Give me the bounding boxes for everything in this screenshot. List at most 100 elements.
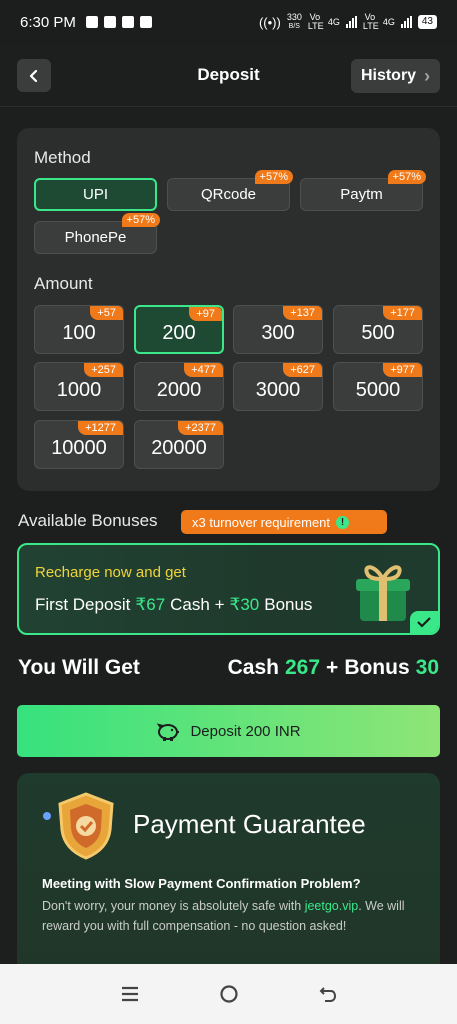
amount-option[interactable]: +627 3000 <box>233 362 323 411</box>
bonus-badge: +57% <box>121 213 160 227</box>
payment-guarantee-card: Payment Guarantee Meeting with Slow Paym… <box>17 773 440 973</box>
piggy-bank-icon <box>157 723 180 741</box>
menu-button[interactable] <box>118 982 142 1006</box>
amount-bonus-badge: +977 <box>383 363 422 377</box>
amount-value: 5000 <box>355 379 401 401</box>
chevron-right-icon: › <box>424 65 431 86</box>
bonus-value: 30 <box>415 656 439 679</box>
image-icon <box>139 16 152 28</box>
deposit-button[interactable]: Deposit 200 INR <box>17 705 440 757</box>
sim2-network: 4G <box>382 17 395 27</box>
amount-option-selected[interactable]: +97 200 <box>134 305 224 354</box>
android-icon <box>121 16 134 28</box>
amount-bonus-badge: +177 <box>383 306 422 320</box>
bonus-details: First Deposit ₹67 Cash + ₹30 Bonus <box>35 595 312 615</box>
method-label-qrcode: QRcode <box>200 186 257 203</box>
amount-option[interactable]: +257 1000 <box>34 362 124 411</box>
app-notification-icon <box>85 16 98 28</box>
amount-option[interactable]: +1277 10000 <box>34 420 124 469</box>
turnover-badge[interactable]: x3 turnover requirement ! <box>181 510 387 534</box>
amount-bonus-badge: +477 <box>184 363 223 377</box>
amount-bonus-badge: +97 <box>189 307 222 321</box>
history-button[interactable]: History › <box>351 59 440 93</box>
notification-icons <box>85 16 152 28</box>
method-label-phonepe: PhonePe <box>64 229 127 246</box>
history-label: History <box>360 67 417 84</box>
info-icon: ! <box>336 515 350 529</box>
method-upi[interactable]: UPI <box>34 178 157 211</box>
method-label-upi: UPI <box>82 186 108 203</box>
bonus-bonus-label: Bonus <box>264 595 313 614</box>
back-arrow-icon <box>319 987 336 1002</box>
sim2-label: Vo LTE <box>362 12 379 31</box>
back-nav-button[interactable] <box>316 982 340 1006</box>
guarantee-body-prefix: Don't worry, your money is absolutely sa… <box>42 899 305 913</box>
decorative-dot <box>43 812 51 820</box>
amount-bonus-badge: +57 <box>90 306 123 320</box>
sim1-label: Vo LTE <box>307 12 324 31</box>
bonus-bonus-amount: ₹30 <box>229 595 260 614</box>
amount-option[interactable]: +177 500 <box>333 305 423 354</box>
amount-value: 10000 <box>51 437 107 459</box>
method-label-paytm: Paytm <box>340 186 383 203</box>
sim1-network: 4G <box>327 17 340 27</box>
hotspot-icon: ((•)) <box>258 14 281 30</box>
bonus-badge: +57% <box>254 170 293 184</box>
bonus-label: Bonus <box>344 656 410 679</box>
square-notification-icon <box>103 16 116 28</box>
you-will-get-values: Cash 267 + Bonus 30 <box>228 656 439 680</box>
amount-value: 20000 <box>151 437 207 459</box>
bonus-prefix: First Deposit <box>35 595 131 614</box>
net-speed: 330 B/S <box>286 12 302 31</box>
battery-icon: 43 <box>417 15 437 29</box>
status-time: 6:30 PM <box>20 13 76 31</box>
amount-value: 3000 <box>255 379 301 401</box>
shield-icon <box>58 792 114 860</box>
bonus-badge: +57% <box>387 170 426 184</box>
bonus-cash-amount: ₹67 <box>135 595 166 614</box>
amount-option[interactable]: +57 100 <box>34 305 124 354</box>
signal-icon-2 <box>400 16 412 28</box>
status-bar: 6:30 PM ((•)) 330 B/S Vo LTE 4G Vo LTE 4… <box>0 0 457 44</box>
you-will-get-title: You Will Get <box>18 656 140 679</box>
available-bonuses-title: Available Bonuses <box>18 511 158 530</box>
amount-option[interactable]: +977 5000 <box>333 362 423 411</box>
amount-bonus-badge: +1277 <box>78 421 123 435</box>
header-divider <box>0 106 457 107</box>
deposit-form-card: Method UPI QRcode +57% Paytm +57% PhoneP… <box>17 128 440 491</box>
gift-icon <box>356 565 410 621</box>
site-link[interactable]: jeetgo.vip <box>305 899 359 913</box>
selected-check-icon <box>410 611 438 633</box>
turnover-text: x3 turnover requirement <box>192 514 331 530</box>
menu-icon <box>121 986 138 1002</box>
plus-sign: + <box>326 656 339 679</box>
method-label: Method <box>34 148 91 167</box>
amount-option[interactable]: +477 2000 <box>134 362 224 411</box>
amount-option[interactable]: +2377 20000 <box>134 420 224 469</box>
page-title: Deposit <box>197 65 260 84</box>
status-right: ((•)) 330 B/S Vo LTE 4G Vo LTE 4G 43 <box>259 13 437 31</box>
amount-value: 300 <box>261 322 295 344</box>
amount-bonus-badge: +627 <box>283 363 322 377</box>
first-deposit-bonus-card[interactable]: Recharge now and get First Deposit ₹67 C… <box>17 543 440 635</box>
amount-value: 1000 <box>56 379 102 401</box>
deposit-button-label: Deposit 200 INR <box>190 722 301 740</box>
amount-value: 500 <box>361 322 395 344</box>
amount-option[interactable]: +137 300 <box>233 305 323 354</box>
amount-value: 200 <box>162 322 196 344</box>
method-phonepe[interactable]: PhonePe +57% <box>34 213 160 254</box>
guarantee-headline: Meeting with Slow Payment Confirmation P… <box>42 876 361 891</box>
cash-value: 267 <box>285 656 321 679</box>
guarantee-body: Don't worry, your money is absolutely sa… <box>42 896 422 936</box>
back-button[interactable] <box>17 59 51 92</box>
home-button[interactable] <box>217 982 241 1006</box>
method-qrcode[interactable]: QRcode +57% <box>167 170 293 211</box>
amount-bonus-badge: +257 <box>84 363 123 377</box>
method-paytm[interactable]: Paytm +57% <box>300 170 426 211</box>
header: Deposit History › <box>0 44 457 106</box>
home-circle-icon <box>219 985 238 1003</box>
amount-value: 100 <box>62 322 96 344</box>
signal-icon <box>345 16 357 28</box>
system-nav-bar <box>0 964 457 1024</box>
bonus-headline: Recharge now and get <box>35 564 186 581</box>
